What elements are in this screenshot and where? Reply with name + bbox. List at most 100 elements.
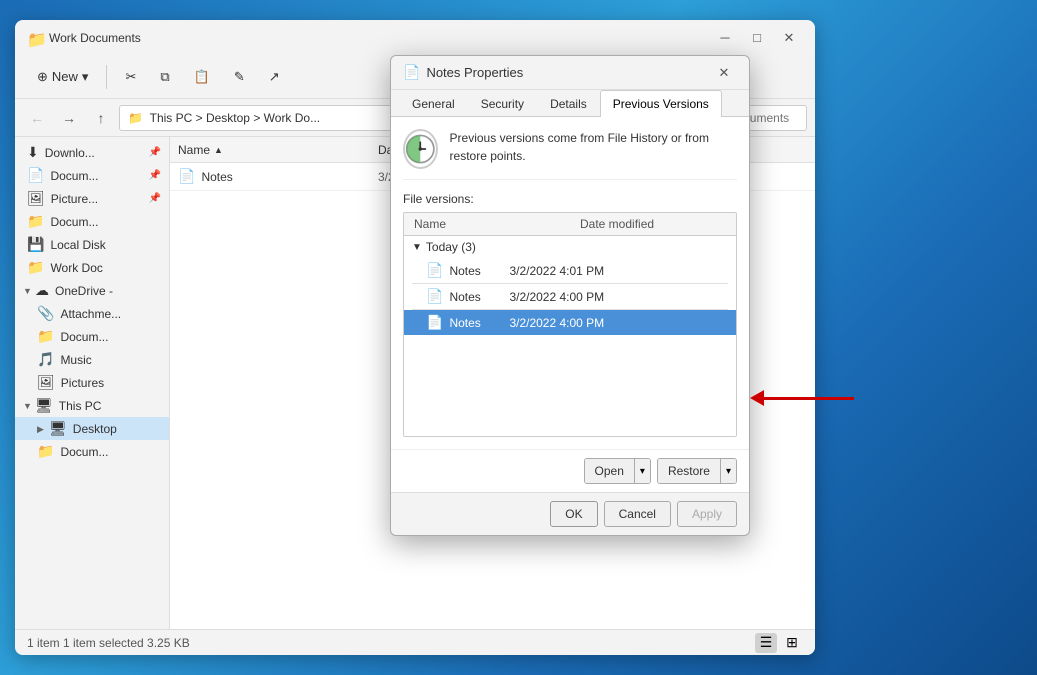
restore-dropdown-icon: ▾ (726, 466, 731, 477)
downloads-icon: ⬇ (27, 144, 39, 161)
tab-security[interactable]: Security (468, 90, 537, 117)
arrow-head-icon (750, 390, 764, 406)
thispc-label: This PC (59, 399, 102, 413)
restore-button[interactable]: Restore (658, 459, 720, 483)
ver-col-name: Name (404, 213, 570, 235)
ver3-icon: 📄 (426, 314, 443, 331)
rename-button[interactable]: ✎ (224, 65, 255, 89)
up-button[interactable]: ↑ (87, 104, 115, 132)
dialog-icon: 📄 (403, 64, 420, 81)
restore-split-button: Restore ▾ (657, 458, 737, 484)
view-buttons: ☰ ⊞ (755, 633, 803, 653)
file-name: Notes (201, 170, 232, 184)
restore-dropdown-button[interactable]: ▾ (720, 459, 736, 483)
apply-label: Apply (692, 507, 722, 521)
dialog-tabs: General Security Details Previous Versio… (391, 90, 749, 117)
back-button[interactable]: ← (23, 104, 51, 132)
new-chevron-icon: ▾ (82, 69, 89, 85)
dialog-close-button[interactable]: ✕ (711, 62, 737, 84)
list-view-button[interactable]: ☰ (755, 633, 777, 653)
sidebar-item-localdisk[interactable]: 💾 Local Disk (15, 233, 169, 256)
ok-label: OK (565, 507, 582, 521)
desktop-icon: 🖥 (49, 420, 67, 437)
sidebar-item-attachments[interactable]: 📎 Attachme... (15, 302, 169, 325)
sidebar-item-documents2[interactable]: 📁 Docum... (15, 210, 169, 233)
sidebar-item-documents[interactable]: 📄 Docum... 📌 (15, 164, 169, 187)
apply-button[interactable]: Apply (677, 501, 737, 527)
sidebar-item-downloads[interactable]: ⬇ Downlo... 📌 (15, 141, 169, 164)
ok-button[interactable]: OK (550, 501, 597, 527)
sidebar-item-desktop[interactable]: ▶ 🖥 Desktop (15, 417, 169, 440)
new-icon: ⊕ (37, 69, 48, 85)
new-button[interactable]: ⊕ New ▾ (27, 65, 98, 89)
paste-icon: 📋 (194, 69, 210, 85)
open-dropdown-button[interactable]: ▾ (634, 459, 650, 483)
ver3-date: 3/2/2022 4:00 PM (509, 316, 728, 330)
new-label: New (52, 69, 78, 84)
minimize-button[interactable]: ─ (711, 26, 739, 50)
pin-icon: 📌 (149, 147, 161, 158)
notes-properties-dialog: 📄 Notes Properties ✕ General Security De… (390, 55, 750, 536)
tab-general-label: General (412, 97, 455, 111)
paste-button[interactable]: 📋 (184, 65, 220, 89)
sidebar-item-docfolder[interactable]: 📁 Docum... (15, 325, 169, 348)
version-row-3[interactable]: 📄 Notes 3/2/2022 4:00 PM (404, 310, 736, 335)
arrow-line (764, 397, 854, 400)
sidebar-documents-label: Docum... (50, 169, 98, 183)
maximize-button[interactable]: □ (743, 26, 771, 50)
open-dropdown-icon: ▾ (640, 466, 645, 477)
documents-icon: 📄 (27, 167, 44, 184)
pin-icon2: 📌 (149, 170, 161, 181)
rename-icon: ✎ (234, 69, 245, 85)
forward-button[interactable]: → (55, 104, 83, 132)
ver1-icon: 📄 (426, 262, 443, 279)
close-button[interactable]: ✕ (775, 26, 803, 50)
group-label: Today (3) (426, 240, 476, 254)
window-controls: ─ □ ✕ (711, 26, 803, 50)
versions-header: Name Date modified (404, 213, 736, 236)
sidebar-music-label: Music (60, 353, 91, 367)
file-versions-label: File versions: (403, 192, 737, 206)
sidebar-documents2-label: Docum... (50, 215, 98, 229)
onedrive-label: OneDrive - (55, 284, 113, 298)
version-group-today[interactable]: ▼ Today (3) (404, 236, 736, 258)
dialog-body: Previous versions come from File History… (391, 117, 749, 449)
cancel-button[interactable]: Cancel (604, 501, 671, 527)
sidebar-picfolder-label: Pictures (61, 376, 104, 390)
open-button[interactable]: Open (585, 459, 634, 483)
doc3-icon: 📁 (37, 443, 54, 460)
toolbar-separator-1 (106, 65, 107, 89)
sidebar-onedrive[interactable]: ▼ ☁ OneDrive - (15, 279, 169, 302)
sidebar-thispc[interactable]: ▼ 🖥 This PC (15, 394, 169, 417)
sidebar-item-doc3[interactable]: 📁 Docum... (15, 440, 169, 463)
version-row-1[interactable]: 📄 Notes 3/2/2022 4:01 PM (404, 258, 736, 283)
tab-details[interactable]: Details (537, 90, 600, 117)
ver1-name: Notes (449, 264, 509, 278)
versions-body: ▼ Today (3) 📄 Notes 3/2/2022 4:01 PM 📄 N… (404, 236, 736, 436)
status-text: 1 item 1 item selected 3.25 KB (27, 636, 190, 650)
onedrive-icon: ☁ (35, 282, 49, 299)
tab-general[interactable]: General (399, 90, 468, 117)
sidebar-item-picfolder[interactable]: 🖼 Pictures (15, 371, 169, 394)
sidebar-item-workdoc[interactable]: 📁 Work Doc (15, 256, 169, 279)
desktop-expand-icon: ▶ (37, 424, 47, 434)
grid-view-button[interactable]: ⊞ (781, 633, 803, 653)
sidebar-item-pictures[interactable]: 🖼 Picture... 📌 (15, 187, 169, 210)
sidebar-item-music[interactable]: 🎵 Music (15, 348, 169, 371)
pv-description: Previous versions come from File History… (450, 129, 737, 165)
sidebar-workdoc-label: Work Doc (50, 261, 102, 275)
tab-previous-versions[interactable]: Previous Versions (600, 90, 722, 117)
pictures-icon: 🖼 (27, 190, 45, 207)
version-row-2[interactable]: 📄 Notes 3/2/2022 4:00 PM (404, 284, 736, 309)
file-cell-name: 📄 Notes (170, 168, 370, 185)
copy-button[interactable]: ⧉ (150, 65, 179, 89)
cut-icon: ✂ (125, 69, 136, 85)
cut-button[interactable]: ✂ (115, 65, 146, 89)
music-icon: 🎵 (37, 351, 54, 368)
sidebar-pictures-label: Picture... (51, 192, 98, 206)
sidebar-desktop-label: Desktop (73, 422, 117, 436)
pin-icon3: 📌 (149, 193, 161, 204)
dialog-footer: OK Cancel Apply (391, 492, 749, 535)
status-bar: 1 item 1 item selected 3.25 KB ☰ ⊞ (15, 629, 815, 655)
share-button[interactable]: ↗ (259, 65, 290, 89)
